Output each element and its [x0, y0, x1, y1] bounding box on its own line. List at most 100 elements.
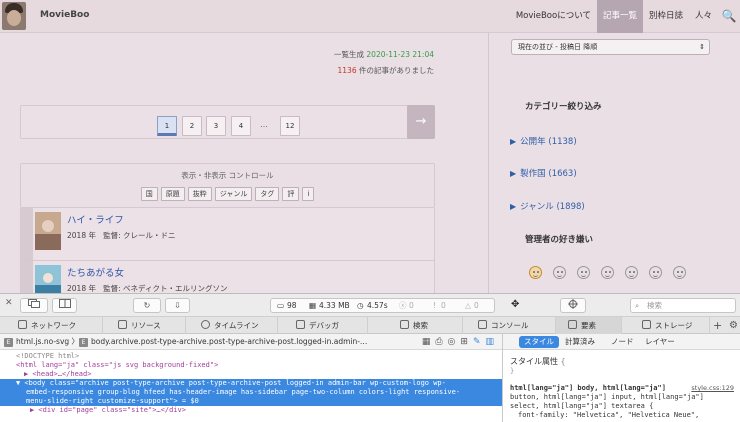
- toggle-tag-button[interactable]: タグ: [255, 187, 280, 201]
- list-item[interactable]: ハイ・ライフ 2018 年 監督: クレール・ドニ: [20, 208, 435, 261]
- timeline-icon: [201, 320, 210, 329]
- page-button-2[interactable]: 2: [182, 116, 202, 136]
- error-count[interactable]: 0: [409, 299, 414, 312]
- list-item[interactable]: たちあがる女 2018 年 監督: ベネディクト・エルリングソン: [20, 261, 435, 293]
- edit-tab[interactable]: [21, 261, 33, 293]
- close-icon[interactable]: ✕: [5, 298, 13, 308]
- sad-face-icon[interactable]: [649, 266, 662, 279]
- gear-icon[interactable]: ⚙: [729, 317, 738, 334]
- devtools-toolbar: ✕ ↻ ⇩ ▭ 98 ▦ 4.33 MB ◷ 4.57s ⓧ 0 ! 0 △ 0…: [0, 293, 740, 317]
- dom-body-node-end[interactable]: menu-slide-right customize-support"> = $…: [0, 397, 502, 406]
- tab-resources[interactable]: リソース: [103, 317, 186, 334]
- tab-search[interactable]: 検索: [368, 317, 463, 334]
- category-country[interactable]: ▶ 製作国 (1663): [510, 167, 577, 179]
- main-content: 一覧生成 2020-11-23 21:04 1136 件の記事がありました 1 …: [0, 33, 488, 293]
- log-count[interactable]: 0: [474, 299, 479, 312]
- breadcrumb-body[interactable]: Ebody.archive.post-type-archive.post-typ…: [79, 334, 367, 350]
- content-face-icon[interactable]: [577, 266, 590, 279]
- add-tab-icon[interactable]: +: [713, 317, 722, 334]
- elements-icon: [568, 320, 577, 329]
- nav-item-articles[interactable]: 記事一覧: [596, 0, 643, 33]
- page-button-3[interactable]: 3: [206, 116, 226, 136]
- sort-select[interactable]: 現在の並び - 投稿日 降順 ⇕: [511, 39, 710, 55]
- target-icon[interactable]: [560, 298, 586, 313]
- toggle-genre-button[interactable]: ジャンル: [214, 187, 253, 201]
- movie-year: 2018 年: [67, 231, 96, 240]
- smile-face-icon[interactable]: [529, 266, 542, 279]
- page-button-last[interactable]: 12: [280, 116, 300, 136]
- angry-face-icon[interactable]: [673, 266, 686, 279]
- pen-icon[interactable]: ✎: [473, 337, 486, 347]
- print-icon[interactable]: ⎙: [435, 337, 447, 347]
- css-selector-line2: button, html[lang="ja"] input, html[lang…: [510, 393, 704, 401]
- site-title[interactable]: MovieBoo: [40, 10, 89, 20]
- split-glyph: [58, 299, 71, 308]
- layout-icon[interactable]: ▦: [422, 337, 436, 347]
- warning-count[interactable]: 0: [441, 299, 446, 312]
- tab-label: ストレージ: [655, 321, 693, 330]
- nav-item-people[interactable]: 人々: [689, 0, 718, 33]
- page-button-4[interactable]: 4: [231, 116, 251, 136]
- nav-item-about[interactable]: MovieBooについて: [510, 0, 597, 33]
- toggle-excerpt-button[interactable]: 抜粋: [187, 187, 212, 201]
- dom-body-node-selected[interactable]: ▼ <body class="archive post-type-archive…: [0, 379, 502, 388]
- split-view-icon[interactable]: [52, 298, 77, 313]
- toggle-country-button[interactable]: 国: [140, 187, 158, 201]
- dock-icon[interactable]: [20, 298, 48, 313]
- meh-face-icon[interactable]: [625, 266, 638, 279]
- breadcrumb-html[interactable]: Ehtml.js.no-svg 〉: [4, 334, 79, 350]
- search-icon[interactable]: 🔍: [718, 0, 740, 33]
- next-page-arrow-icon[interactable]: →: [407, 105, 435, 139]
- movie-title[interactable]: ハイ・ライフ: [67, 212, 124, 226]
- resources-icon: [118, 320, 127, 329]
- movie-director: 監督: クレール・ドニ: [103, 231, 176, 240]
- site-header: MovieBoo MovieBooについて 記事一覧 別枠日誌 人々 🔍: [0, 0, 740, 33]
- reload-icon[interactable]: ↻: [133, 298, 161, 313]
- document-count[interactable]: 98: [287, 299, 297, 312]
- dom-page-div[interactable]: ▶ <div id="page" class="site">…</div>: [0, 406, 502, 415]
- dom-doctype[interactable]: <!DOCTYPE html>: [0, 352, 502, 361]
- toggle-rating-button[interactable]: 評: [282, 187, 300, 201]
- movie-title[interactable]: たちあがる女: [67, 265, 124, 279]
- site-logo[interactable]: [2, 2, 26, 30]
- nav-item-diary[interactable]: 別枠日誌: [643, 0, 689, 33]
- style-tab-styles[interactable]: スタイル: [519, 336, 559, 348]
- css-source-link[interactable]: style.css:129: [689, 384, 734, 392]
- toggle-info-button[interactable]: i: [302, 187, 315, 201]
- movie-poster[interactable]: [35, 212, 61, 250]
- dom-head-node[interactable]: ▶ <head>…</head>: [0, 370, 502, 379]
- element-badge-icon: E: [4, 338, 13, 347]
- edit-tab[interactable]: [21, 208, 33, 260]
- rating-faces: [529, 266, 686, 279]
- dom-body-node-continued[interactable]: embed-responsive group-blog hfeed has-he…: [0, 388, 502, 397]
- tab-elements[interactable]: 要素: [556, 317, 622, 334]
- tab-console[interactable]: コンソール: [463, 317, 556, 334]
- neutral-face-icon[interactable]: [601, 266, 614, 279]
- style-tab-layers[interactable]: レイヤー: [645, 334, 675, 350]
- grid-icon[interactable]: ⊞: [460, 337, 473, 347]
- transfer-size[interactable]: 4.33 MB: [319, 299, 350, 312]
- style-tabs: スタイル 計算済み ノード レイヤー: [503, 334, 740, 350]
- page-button-1[interactable]: 1: [157, 116, 177, 136]
- paint-icon[interactable]: ◎: [448, 337, 461, 347]
- styles-panel: スタイル 計算済み ノード レイヤー スタイル属性 { } html[lang=…: [503, 334, 740, 422]
- category-release-year[interactable]: ▶ 公開年 (1138): [510, 135, 577, 147]
- load-time[interactable]: 4.57s: [367, 299, 388, 312]
- style-tab-node[interactable]: ノード: [611, 334, 634, 350]
- tab-timeline[interactable]: タイムライン: [186, 317, 278, 334]
- style-tab-computed[interactable]: 計算済み: [565, 334, 595, 350]
- dom-html-node[interactable]: <html lang="ja" class="js svg background…: [0, 361, 502, 370]
- devtools-search-input[interactable]: ⌕ 検索: [630, 298, 736, 313]
- category-genre[interactable]: ▶ ジャンル (1898): [510, 200, 585, 212]
- happy-face-icon[interactable]: [553, 266, 566, 279]
- css-property[interactable]: font-family: "Helvetica", "Helvetica Neu…: [510, 411, 738, 420]
- movie-poster[interactable]: [35, 265, 61, 293]
- toggle-original-title-button[interactable]: 原題: [160, 187, 185, 201]
- download-icon[interactable]: ⇩: [165, 298, 190, 313]
- tab-storage[interactable]: ストレージ: [622, 317, 710, 334]
- tab-network[interactable]: ネットワーク: [0, 317, 103, 334]
- tab-debugger[interactable]: デバッガ: [278, 317, 368, 334]
- resize-cursor-icon: ✥: [511, 299, 520, 310]
- sidebar-toggle-icon[interactable]: ▥: [485, 337, 499, 347]
- size-icon: ▦: [309, 301, 317, 310]
